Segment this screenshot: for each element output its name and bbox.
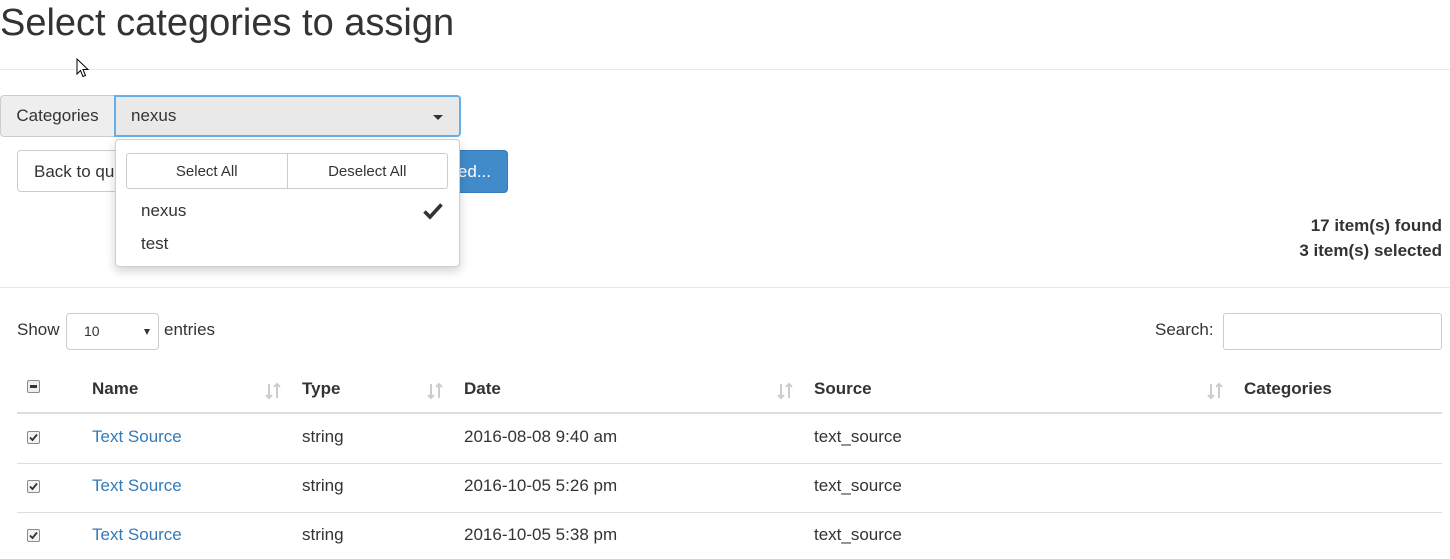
show-label: Show xyxy=(17,320,60,339)
select-buttons-group: Select All Deselect All xyxy=(126,153,448,189)
table-row-date: 2016-10-05 5:26 pm xyxy=(464,476,618,495)
minus-icon xyxy=(30,385,37,388)
table-row-divider xyxy=(17,463,1442,464)
categories-multiselect[interactable]: nexus xyxy=(114,95,461,137)
table-row-type: string xyxy=(302,476,344,495)
categories-dropdown-menu: Select All Deselect All nexus test xyxy=(115,139,460,267)
sort-icon xyxy=(265,382,281,400)
table-row-name-link[interactable]: Text Source xyxy=(92,525,182,545)
table-header-divider xyxy=(17,412,1442,414)
sort-icon xyxy=(777,382,793,400)
table-row-name-link[interactable]: Text Source xyxy=(92,476,182,496)
column-header-categories[interactable]: Categories xyxy=(1244,379,1332,399)
sort-icon xyxy=(1207,382,1223,400)
select-all-rows-checkbox[interactable] xyxy=(27,380,40,393)
select-all-button[interactable]: Select All xyxy=(126,153,288,189)
table-row-type: string xyxy=(302,427,344,446)
column-header-name[interactable]: Name xyxy=(92,379,138,399)
caret-down-icon xyxy=(433,115,443,120)
table-row-date: 2016-10-05 5:38 pm xyxy=(464,525,618,544)
deselect-all-button[interactable]: Deselect All xyxy=(287,153,448,189)
column-header-source[interactable]: Source xyxy=(814,379,872,399)
search-input[interactable] xyxy=(1223,313,1442,350)
table-row-name-link[interactable]: Text Source xyxy=(92,427,182,447)
checkmark-icon xyxy=(29,531,38,540)
mouse-cursor-icon xyxy=(76,58,90,78)
sort-icon xyxy=(427,382,443,400)
categories-selected-value: nexus xyxy=(131,106,177,125)
category-option-test[interactable]: test xyxy=(141,234,168,254)
checkmark-icon xyxy=(29,433,38,442)
column-header-type[interactable]: Type xyxy=(302,379,340,399)
caret-down-icon xyxy=(144,329,150,335)
table-row-date: 2016-08-08 9:40 am xyxy=(464,427,618,446)
page-length-value: 10 xyxy=(84,323,100,339)
checkmark-icon xyxy=(29,482,38,491)
items-found-count: 17 item(s) found xyxy=(1310,216,1442,235)
table-row-type: string xyxy=(302,525,344,544)
categories-addon-label: Categories xyxy=(0,95,114,137)
row-checkbox[interactable] xyxy=(27,431,40,444)
entries-label: entries xyxy=(164,320,216,339)
items-selected-count: 3 item(s) selected xyxy=(1299,241,1442,260)
row-checkbox[interactable] xyxy=(27,480,40,493)
divider xyxy=(0,287,1450,288)
table-row-source: text_source xyxy=(814,427,902,446)
results-summary: 17 item(s) found 3 item(s) selected xyxy=(1299,213,1442,263)
column-header-date[interactable]: Date xyxy=(464,379,501,399)
divider xyxy=(0,69,1450,70)
category-option-nexus[interactable]: nexus xyxy=(141,201,186,221)
assign-button-label: ed... xyxy=(457,161,491,181)
page-title: Select categories to assign xyxy=(0,2,455,44)
table-row-divider xyxy=(17,512,1442,513)
search-label: Search: xyxy=(1155,320,1214,339)
table-row-source: text_source xyxy=(814,525,902,544)
row-checkbox[interactable] xyxy=(27,529,40,542)
checkmark-icon xyxy=(423,203,443,220)
page-length-select[interactable]: 10 xyxy=(66,313,159,350)
table-row-source: text_source xyxy=(814,476,902,495)
